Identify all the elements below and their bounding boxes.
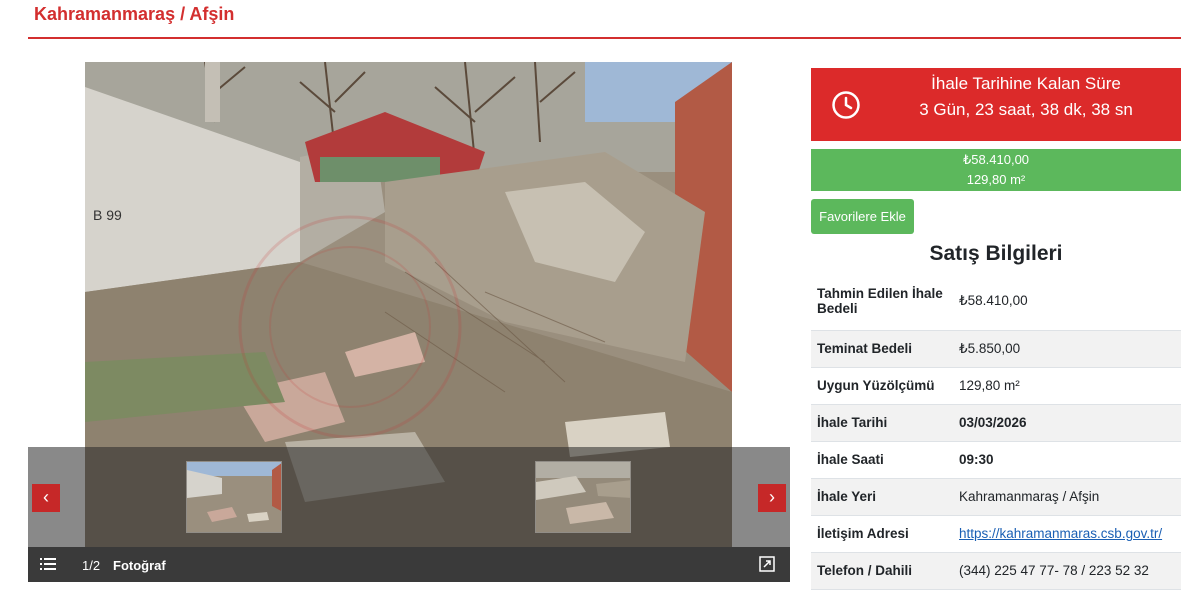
svg-text:B 99: B 99 — [93, 207, 122, 223]
contact-address-link[interactable]: https://kahramanmaras.csb.gov.tr/ — [959, 526, 1162, 541]
row-label: İletişim Adresi — [817, 526, 909, 541]
row-value: ₺58.410,00 — [959, 293, 1028, 309]
row-value: https://kahramanmaras.csb.gov.tr/ — [953, 515, 1181, 552]
countdown-value: 3 Gün, 23 saat, 38 dk, 38 sn — [919, 100, 1133, 119]
gallery-toolbar: 1/2 Fotoğraf — [28, 547, 790, 582]
chevron-right-icon: › — [769, 487, 775, 507]
sale-info-title: Satış Bilgileri — [929, 242, 1063, 265]
table-row: İletişim Adresi https://kahramanmaras.cs… — [811, 515, 1181, 552]
auction-countdown: İhale Tarihine Kalan Süre 3 Gün, 23 saat… — [811, 68, 1181, 141]
add-to-favorites-button[interactable]: Favorilere Ekle — [811, 199, 914, 234]
thumbnail-2[interactable] — [535, 461, 631, 533]
row-value: Kahramanmaraş / Afşin — [959, 489, 1100, 504]
clock-icon — [832, 91, 860, 119]
next-photo-button[interactable]: › — [758, 484, 786, 512]
row-value: 09:30 — [959, 452, 994, 467]
countdown-title: İhale Tarihine Kalan Süre — [931, 74, 1121, 93]
table-row: İhale Saati 09:30 — [811, 441, 1181, 478]
row-label: İhale Saati — [817, 452, 884, 467]
photo-counter: 1/2 — [82, 558, 101, 573]
table-row: Tahmin Edilen İhale Bedeli ₺58.410,00 — [811, 273, 1181, 330]
photo-gallery: B 99 ‹ › 1/2 Fotoğraf — [28, 62, 790, 582]
price-summary: ₺58.410,00 129,80 m² — [811, 149, 1181, 191]
table-row: Telefon / Dahili (344) 225 47 77- 78 / 2… — [811, 552, 1181, 589]
page: Kahramanmaraş / Afşin B 99 ‹ › 1/2 Fotoğ… — [0, 0, 1200, 600]
price-value: ₺58.410,00 — [962, 152, 1030, 167]
page-title: Kahramanmaraş / Afşin — [34, 4, 235, 24]
sale-info-table: Tahmin Edilen İhale Bedeli ₺58.410,00 Te… — [811, 273, 1181, 590]
table-row: Uygun Yüzölçümü 129,80 m² — [811, 367, 1181, 404]
row-label: Uygun Yüzölçümü — [817, 378, 935, 393]
chevron-left-icon: ‹ — [43, 487, 49, 507]
previous-photo-button[interactable]: ‹ — [32, 484, 60, 512]
expand-icon[interactable] — [759, 556, 775, 572]
row-value: (344) 225 47 77- 78 / 223 52 32 — [959, 563, 1149, 578]
photo-label: Fotoğraf — [113, 558, 166, 573]
row-label: İhale Tarihi — [817, 415, 888, 430]
row-label: Tahmin Edilen İhale Bedeli — [817, 286, 943, 317]
list-icon[interactable] — [40, 556, 56, 572]
thumbnail-1[interactable] — [186, 461, 282, 533]
table-row: İhale Yeri Kahramanmaraş / Afşin — [811, 478, 1181, 515]
row-label: İhale Yeri — [817, 489, 877, 504]
row-label: Telefon / Dahili — [817, 563, 913, 578]
row-value: ₺5.850,00 — [959, 340, 1021, 356]
header-divider — [28, 37, 1181, 39]
area-value: 129,80 m² — [966, 172, 1026, 187]
row-value: 129,80 m² — [959, 378, 1020, 393]
row-label: Teminat Bedeli — [817, 341, 913, 356]
thumbnail-strip — [28, 447, 790, 547]
table-row: İhale Tarihi 03/03/2026 — [811, 404, 1181, 441]
row-value: 03/03/2026 — [959, 415, 1027, 430]
table-row: Teminat Bedeli ₺5.850,00 — [811, 330, 1181, 367]
